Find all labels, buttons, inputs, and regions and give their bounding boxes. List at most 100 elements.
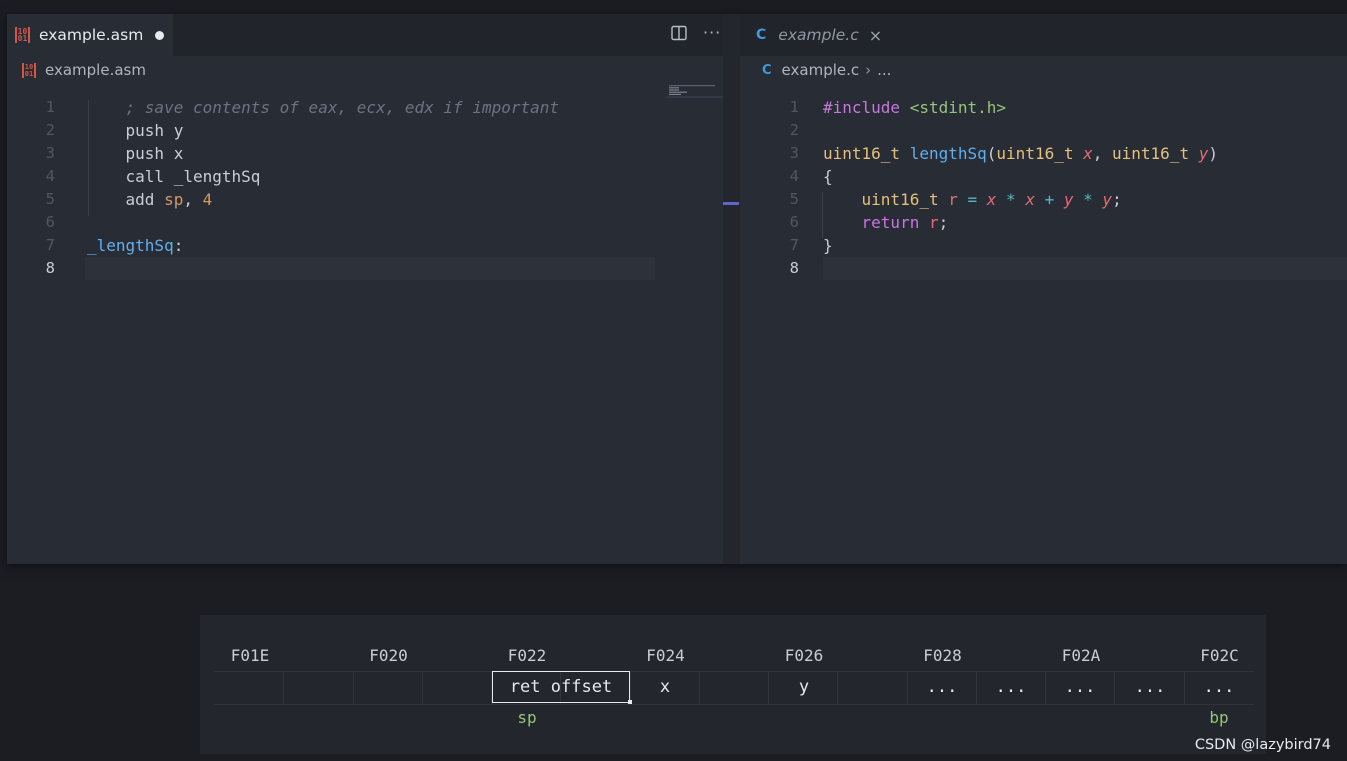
tab-example-c[interactable]: C example.c ×: [740, 14, 884, 56]
line-number: 2: [789, 121, 799, 139]
code-text: ; save contents of eax, ecx, edx if impo…: [87, 96, 559, 119]
code-text: {: [823, 165, 833, 188]
code-token: _lengthSq: [87, 236, 174, 255]
split-editor-icon[interactable]: [671, 25, 687, 45]
memory-cell-divider: [1045, 672, 1046, 704]
memory-address-label: F02A: [1061, 646, 1101, 665]
memory-address-label: F024: [646, 646, 685, 665]
code-token: =: [957, 190, 987, 209]
code-token: y: [1102, 190, 1113, 209]
breadcrumb-file[interactable]: example.c: [782, 61, 860, 79]
line-number: 7: [45, 236, 55, 254]
breadcrumb: C example.c › ...: [762, 56, 891, 84]
code-text: push y: [87, 119, 184, 142]
tab-example-asm[interactable]: 10 01 example.asm: [7, 14, 173, 56]
code-text: call _lengthSq: [87, 165, 261, 188]
right-editor-pane: C example.c × C example.c › ... 1 #includ…: [740, 14, 1347, 564]
code-token: return: [823, 213, 920, 232]
code-text: uint16_t lengthSq(uint16_t x, uint16_t y…: [823, 142, 1218, 165]
code-token: ,: [1092, 144, 1113, 163]
left-tab-bar: 10 01 example.asm ···: [7, 14, 723, 56]
cell-corner-marker: [628, 700, 632, 704]
code-token: uint16_t: [823, 190, 939, 209]
line-number: 6: [789, 213, 799, 231]
code-token: {: [823, 167, 833, 186]
tab-label: example.c: [778, 26, 859, 44]
code-token: uint16_t: [823, 144, 901, 163]
editor-window: 10 01 example.asm ··· 10 01 example.asm 1 …: [7, 14, 1347, 564]
line-number: 1: [45, 98, 55, 116]
line-number: 1: [789, 98, 799, 116]
memory-address-label: F028: [923, 646, 962, 665]
memory-cell-value: ...: [1064, 677, 1096, 697]
code-token: r: [928, 213, 939, 232]
unsaved-dot-icon[interactable]: [155, 30, 165, 40]
code-token: x: [986, 190, 997, 209]
indent-guide: [822, 192, 823, 238]
line-number: 6: [45, 213, 55, 231]
memory-cell-divider: [421, 672, 423, 704]
sp-pointer-label: sp: [517, 708, 537, 727]
memory-cell-value: x: [659, 677, 671, 697]
code-text: }: [823, 234, 833, 257]
code-token: <stdint.h>: [909, 98, 1007, 117]
right-tab-bar: C example.c ×: [740, 14, 1347, 56]
memory-cell-value: y: [798, 677, 810, 697]
code-token: add: [87, 190, 165, 209]
line-number: 3: [789, 144, 799, 162]
memory-cell-divider: [837, 672, 839, 704]
code-token: y: [1063, 190, 1074, 209]
line-number: 5: [45, 190, 55, 208]
current-line-highlight: [85, 257, 655, 280]
watermark: CSDN @lazybird74: [1194, 737, 1331, 753]
memory-cell-divider: [698, 672, 700, 704]
line-number: 5: [789, 190, 799, 208]
current-line-highlight: [823, 257, 1347, 280]
code-token: ;: [938, 213, 949, 232]
breadcrumb-symbols[interactable]: ...: [877, 61, 891, 79]
code-token: uint16_t: [1112, 144, 1190, 163]
stack-memory-diagram: F01E F020 F022 F024 F026 F028 F02A F02C ret off…: [200, 615, 1266, 754]
code-text: uint16_t r = x * x + y * y;: [823, 188, 1122, 211]
ret-offset-label: ret offset: [509, 677, 613, 697]
ret-offset-cell: ret offset: [492, 671, 630, 703]
memory-cell-divider: [1183, 672, 1185, 704]
more-actions-icon[interactable]: ···: [703, 23, 721, 42]
memory-address-label: F02C: [1200, 646, 1239, 665]
breadcrumb-file[interactable]: example.asm: [45, 61, 146, 79]
code-token: y: [1198, 144, 1209, 163]
code-text: _lengthSq:: [87, 234, 183, 257]
code-token: push y: [87, 121, 184, 140]
chevron-right-icon: ›: [865, 61, 872, 79]
memory-cell-divider: [352, 672, 354, 704]
code-text: #include <stdint.h>: [823, 96, 1006, 119]
code-token: 4: [202, 190, 213, 209]
line-number: 4: [789, 167, 799, 185]
code-token: uint16_t: [996, 144, 1074, 163]
minimap[interactable]: [667, 84, 723, 98]
code-token: +: [1034, 190, 1064, 209]
line-number: 3: [45, 144, 55, 162]
editor-split-divider[interactable]: [723, 14, 740, 564]
scrollbar-marker[interactable]: [723, 202, 739, 205]
line-number: 8: [45, 259, 55, 277]
code-token: }: [823, 236, 833, 255]
code-token: sp: [164, 190, 184, 209]
memory-cell-value: ...: [926, 677, 958, 697]
memory-cell-value: ...: [1134, 677, 1166, 697]
line-number: 8: [789, 259, 799, 277]
asm-file-icon: 10 01: [15, 27, 30, 43]
memory-address-label: F020: [369, 646, 408, 665]
code-token: ): [1208, 144, 1218, 163]
code-token: #include: [823, 98, 901, 117]
close-tab-icon[interactable]: ×: [869, 26, 882, 45]
code-text: add sp, 4: [87, 188, 213, 211]
indent-guide: [88, 100, 89, 216]
c-file-icon: C: [762, 62, 772, 78]
code-token: call _lengthSq: [87, 167, 261, 186]
code-token: r: [948, 190, 958, 209]
memory-cell-divider: [906, 672, 908, 704]
